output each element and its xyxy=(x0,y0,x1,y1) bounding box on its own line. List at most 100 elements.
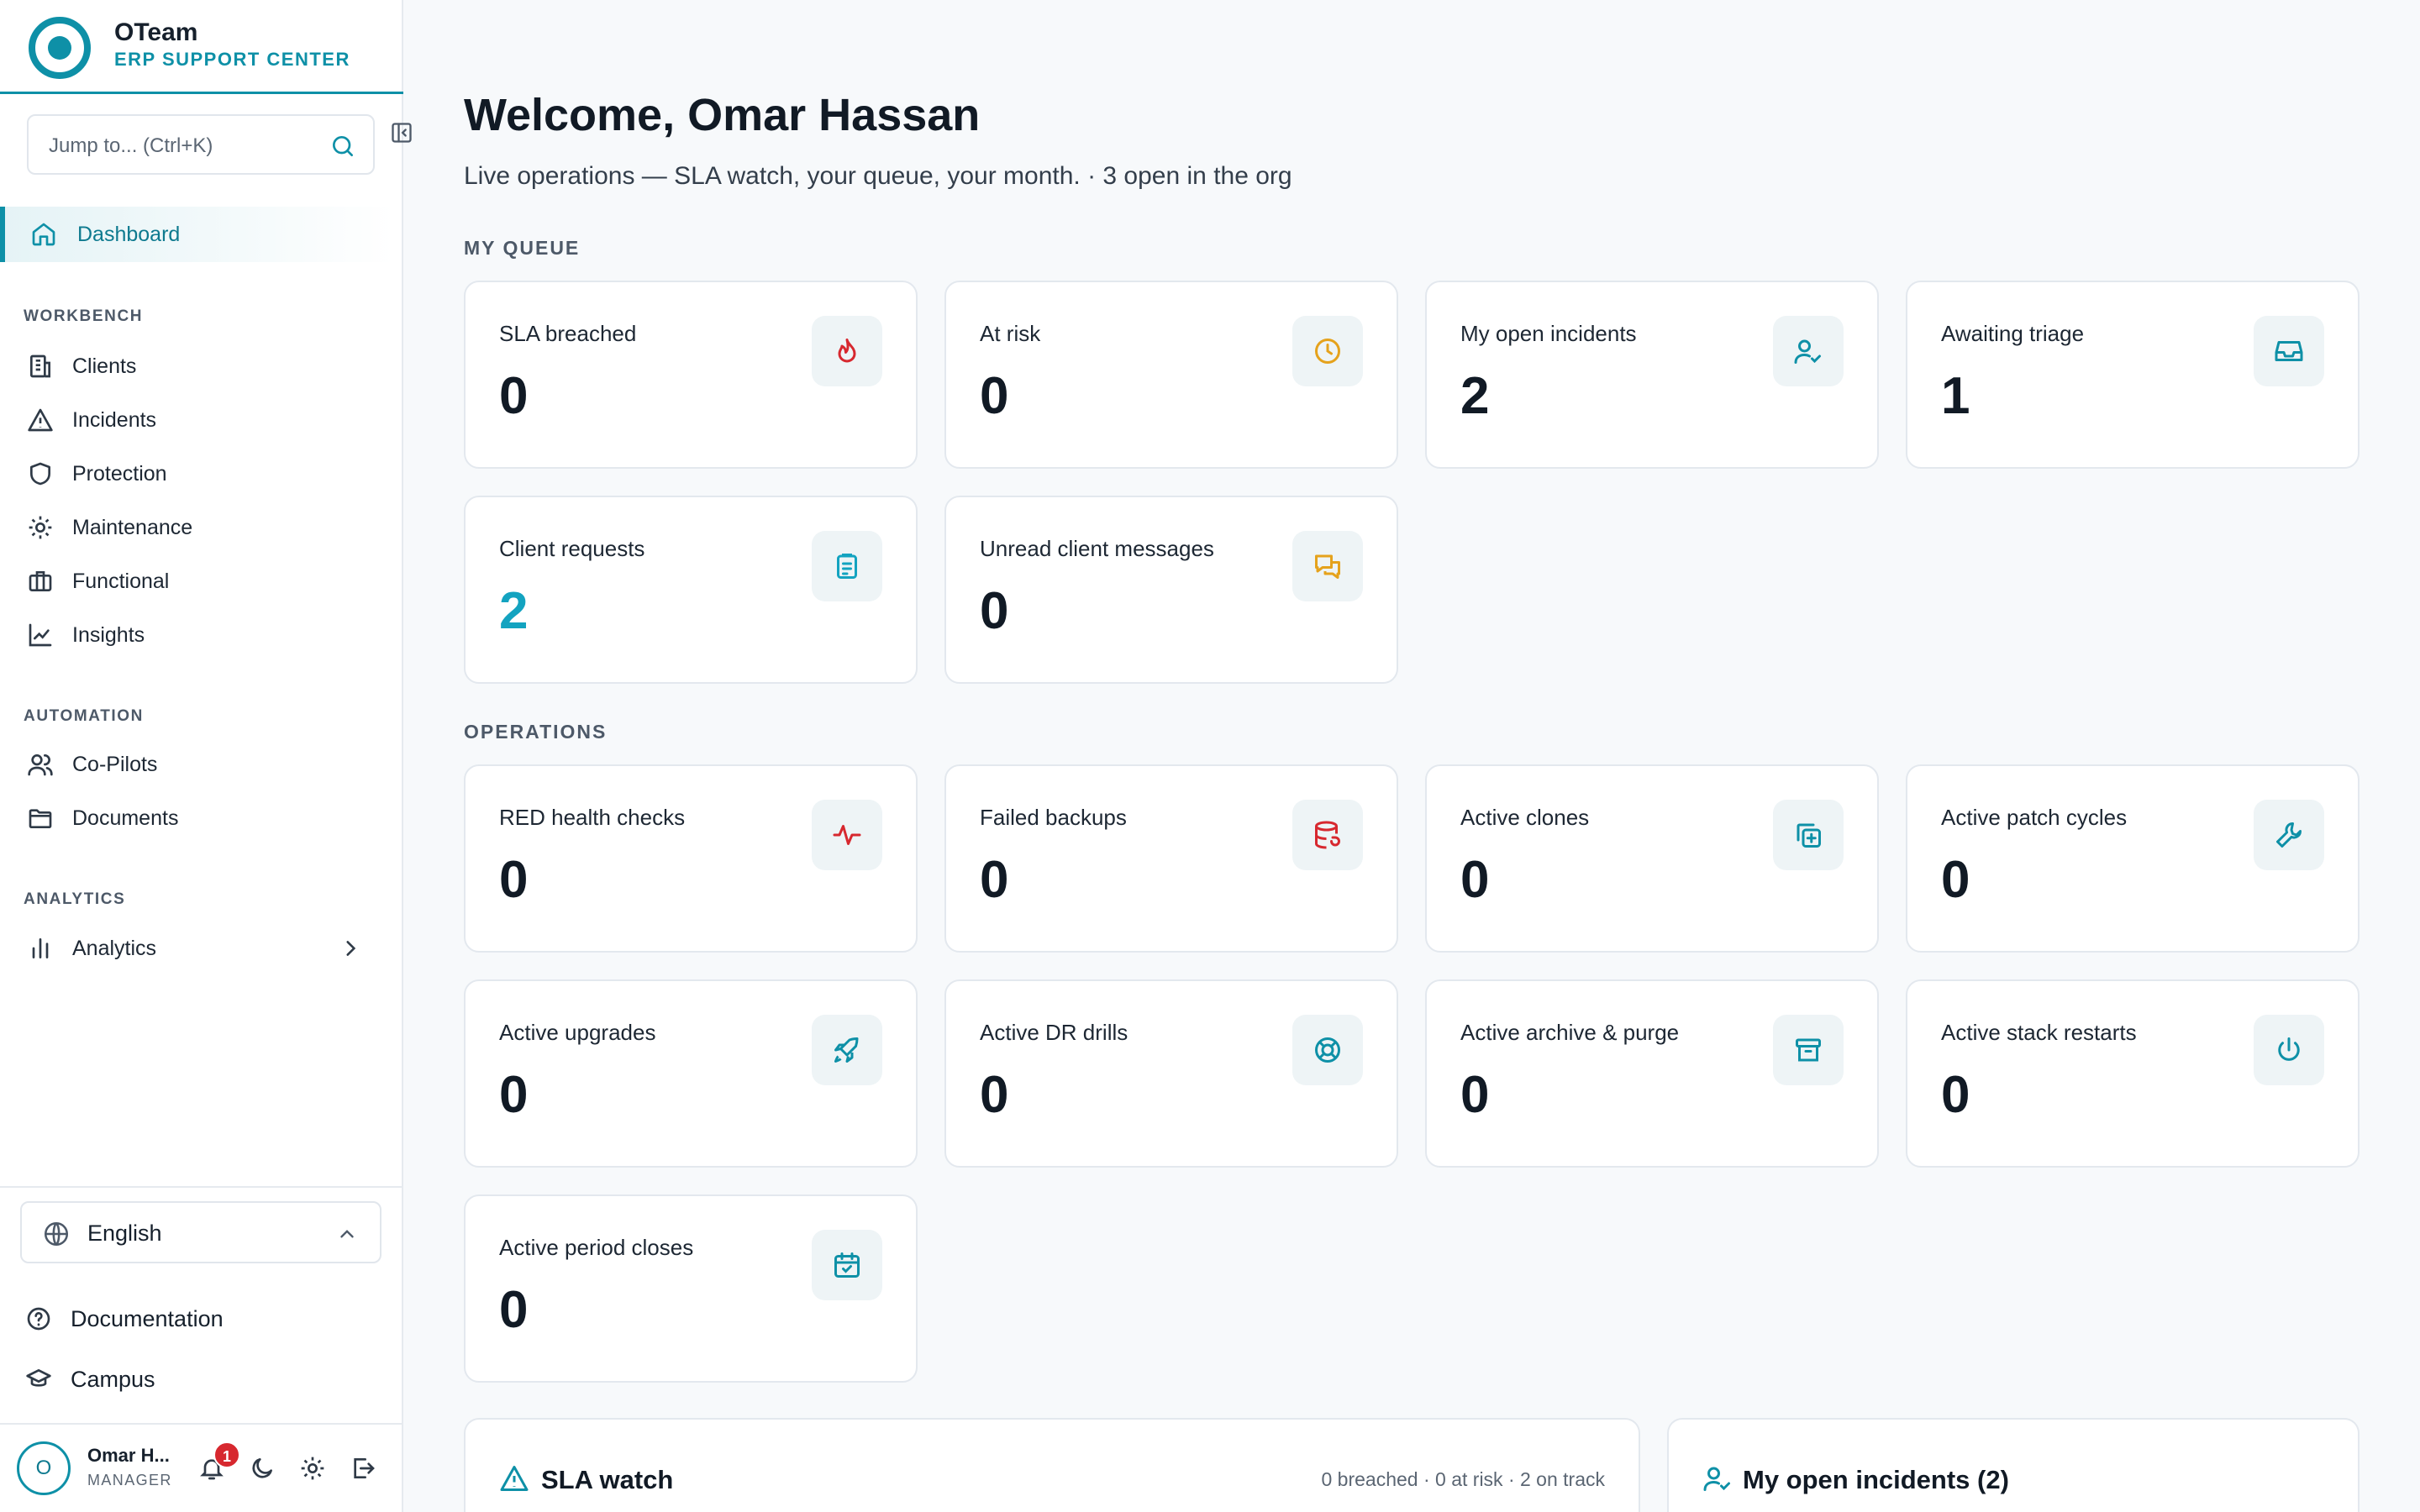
card-active-clones[interactable]: Active clones 0 xyxy=(1425,764,1879,953)
archive-icon xyxy=(1773,1015,1844,1085)
card-title: My open incidents xyxy=(1460,321,1637,346)
card-failed-backups[interactable]: Failed backups 0 xyxy=(944,764,1398,953)
graduation-cap-icon xyxy=(26,1369,51,1387)
card-active-period-closes[interactable]: Active period closes 0 xyxy=(464,1194,918,1383)
calendar-check-icon xyxy=(812,1230,882,1300)
inbox-icon xyxy=(2254,316,2324,386)
user-check-icon xyxy=(1773,316,1844,386)
sidebar-item-label: Insights xyxy=(72,623,145,647)
chevron-right-icon[interactable] xyxy=(339,937,361,959)
card-active-dr-drills[interactable]: Active DR drills 0 xyxy=(944,979,1398,1168)
brand-logo-icon[interactable] xyxy=(29,17,91,79)
chevron-up-icon xyxy=(340,1230,354,1238)
sidebar-item-maintenance[interactable]: Maintenance xyxy=(0,500,395,555)
card-title: Client requests xyxy=(499,536,645,561)
nav-section-workbench: WORKBENCH xyxy=(24,307,144,325)
collapse-sidebar-icon[interactable] xyxy=(390,121,413,144)
card-value: 0 xyxy=(499,1281,529,1339)
card-title: SLA breached xyxy=(499,321,637,346)
sidebar-item-label: Documents xyxy=(72,806,179,830)
documentation-link[interactable]: Documentation xyxy=(25,1295,378,1342)
globe-icon xyxy=(44,1221,69,1247)
card-value: 0 xyxy=(499,851,529,909)
gear-icon xyxy=(29,516,52,539)
logout-icon[interactable] xyxy=(350,1455,376,1482)
my-open-incidents-title: My open incidents (2) xyxy=(1743,1465,2009,1494)
card-red-health-checks[interactable]: RED health checks 0 xyxy=(464,764,918,953)
language-value: English xyxy=(87,1221,162,1246)
campus-link[interactable]: Campus xyxy=(25,1356,378,1403)
users-icon xyxy=(28,754,53,776)
card-title: RED health checks xyxy=(499,805,686,830)
section-heading-my-queue: MY QUEUE xyxy=(464,237,581,259)
sidebar-item-incidents[interactable]: Incidents xyxy=(0,392,395,448)
user-bar: O Omar H... MANAGER 1 xyxy=(0,1423,403,1512)
card-value: 0 xyxy=(1460,1066,1490,1124)
shield-icon xyxy=(30,462,50,486)
warning-icon xyxy=(500,1466,529,1491)
brand-subtitle: ERP SUPPORT CENTER xyxy=(114,49,350,70)
chat-icon xyxy=(1292,531,1363,601)
card-title: Awaiting triage xyxy=(1941,321,2085,346)
sidebar-item-dashboard[interactable]: Dashboard xyxy=(0,207,395,262)
warning-icon xyxy=(28,408,53,432)
pulse-icon xyxy=(812,800,882,870)
rocket-icon xyxy=(812,1015,882,1085)
card-client-requests[interactable]: Client requests 2 xyxy=(464,496,918,684)
language-select[interactable]: English xyxy=(20,1201,381,1263)
lifebuoy-icon xyxy=(1292,1015,1363,1085)
user-name: Omar H... xyxy=(87,1445,170,1466)
card-awaiting-triage[interactable]: Awaiting triage 1 xyxy=(1906,281,2360,469)
card-active-upgrades[interactable]: Active upgrades 0 xyxy=(464,979,918,1168)
section-heading-operations: OPERATIONS xyxy=(464,721,608,743)
card-value: 0 xyxy=(499,367,529,425)
avatar[interactable]: O xyxy=(17,1441,71,1495)
sidebar-item-clients[interactable]: Clients xyxy=(0,339,395,394)
sidebar-item-insights[interactable]: Insights xyxy=(0,607,395,663)
search-input[interactable]: Jump to... (Ctrl+K) xyxy=(27,114,375,175)
clipboard-icon xyxy=(812,531,882,601)
main-content: Welcome, Omar Hassan Live operations — S… xyxy=(464,0,2360,1512)
power-icon xyxy=(2254,1015,2324,1085)
my-open-incidents-panel: My open incidents (2) xyxy=(1667,1418,2360,1512)
home-icon xyxy=(32,223,55,246)
sla-watch-title: SLA watch xyxy=(541,1465,674,1494)
card-my-open-incidents[interactable]: My open incidents 2 xyxy=(1425,281,1879,469)
card-value: 0 xyxy=(980,367,1009,425)
sidebar-item-analytics[interactable]: Analytics xyxy=(0,921,395,976)
sidebar-item-label: Maintenance xyxy=(72,516,193,539)
card-value: 0 xyxy=(1941,1066,1970,1124)
card-value: 0 xyxy=(1460,851,1490,909)
database-icon xyxy=(1292,800,1363,870)
card-title: Unread client messages xyxy=(980,536,1214,561)
card-value: 0 xyxy=(980,582,1009,640)
notification-badge: 1 xyxy=(213,1441,240,1468)
bar-chart-icon xyxy=(32,938,49,958)
user-check-icon xyxy=(1703,1467,1730,1491)
sidebar-divider xyxy=(0,1186,403,1188)
user-role: MANAGER xyxy=(87,1472,172,1488)
page-title: Welcome, Omar Hassan xyxy=(464,90,981,140)
card-active-patch-cycles[interactable]: Active patch cycles 0 xyxy=(1906,764,2360,953)
clock-icon xyxy=(1292,316,1363,386)
building-icon xyxy=(30,354,50,378)
card-title: Active patch cycles xyxy=(1941,805,2128,830)
brand-name: OTeam xyxy=(114,18,198,46)
briefcase-icon xyxy=(29,571,52,591)
card-active-stack-restarts[interactable]: Active stack restarts 0 xyxy=(1906,979,2360,1168)
sidebar-item-documents[interactable]: Documents xyxy=(0,790,395,846)
card-at-risk[interactable]: At risk 0 xyxy=(944,281,1398,469)
gear-icon[interactable] xyxy=(299,1455,326,1482)
sidebar-item-functional[interactable]: Functional xyxy=(0,554,395,609)
sidebar-item-protection[interactable]: Protection xyxy=(0,446,395,501)
copy-plus-icon xyxy=(1773,800,1844,870)
card-sla-breached[interactable]: SLA breached 0 xyxy=(464,281,918,469)
search-icon[interactable] xyxy=(329,133,356,160)
card-unread-client-messages[interactable]: Unread client messages 0 xyxy=(944,496,1398,684)
nav-section-automation: AUTOMATION xyxy=(24,707,145,725)
sidebar-item-label: Protection xyxy=(72,462,167,486)
moon-icon[interactable] xyxy=(249,1455,276,1482)
card-active-archive-purge[interactable]: Active archive & purge 0 xyxy=(1425,979,1879,1168)
sidebar-item-copilots[interactable]: Co-Pilots xyxy=(0,737,395,792)
card-value: 0 xyxy=(499,1066,529,1124)
